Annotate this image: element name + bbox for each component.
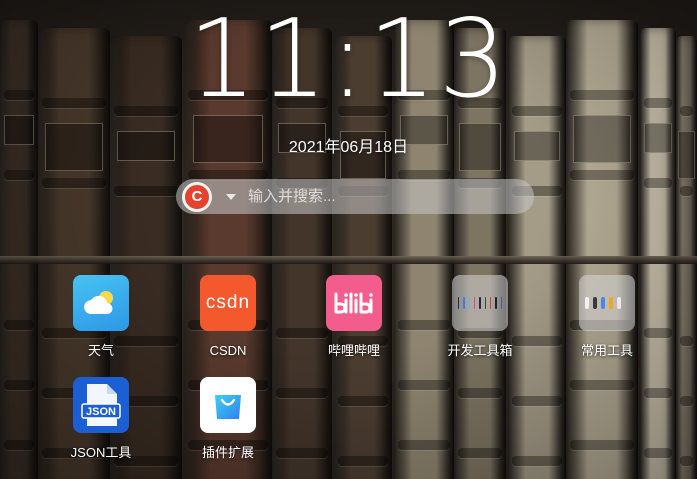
- search-input[interactable]: [248, 179, 534, 214]
- app-label: 常用工具: [580, 343, 633, 358]
- app-weather[interactable]: 天气: [41, 275, 161, 365]
- app-folder-dev-tools[interactable]: 开发工具箱: [420, 275, 540, 365]
- app-label: CSDN: [209, 343, 247, 358]
- search-bar: C: [176, 179, 534, 214]
- weather-icon: [73, 275, 129, 331]
- chevron-down-icon[interactable]: [226, 193, 236, 200]
- app-csdn[interactable]: CSDN CSDN: [168, 275, 288, 365]
- app-bilibili[interactable]: 哔哩哔哩: [294, 275, 414, 365]
- json-logo-text: JSON: [86, 406, 116, 418]
- clock-date: 2021年06月18日: [288, 139, 409, 156]
- csdn-icon: CSDN: [200, 275, 256, 331]
- app-extensions[interactable]: 插件扩展: [168, 377, 288, 467]
- clock-time: 11:13: [187, 0, 510, 122]
- folder-icon: [452, 275, 508, 331]
- bilibili-icon: [326, 275, 382, 331]
- search-engine-button[interactable]: C: [182, 181, 212, 212]
- json-file-icon: JSON: [73, 377, 129, 433]
- folder-icon: [579, 275, 635, 331]
- app-label: 插件扩展: [201, 445, 254, 460]
- app-label: 天气: [87, 343, 114, 358]
- c-logo-icon: C: [185, 184, 209, 209]
- app-label: 哔哩哔哩: [327, 343, 380, 358]
- shopping-bag-icon: [200, 377, 256, 433]
- app-label: JSON工具: [70, 445, 132, 460]
- app-label: 开发工具箱: [447, 343, 513, 358]
- app-folder-common-tools[interactable]: 常用工具: [547, 275, 667, 365]
- app-json-tool[interactable]: JSON JSON工具: [41, 377, 161, 467]
- csdn-logo-text: CSDN: [205, 292, 251, 313]
